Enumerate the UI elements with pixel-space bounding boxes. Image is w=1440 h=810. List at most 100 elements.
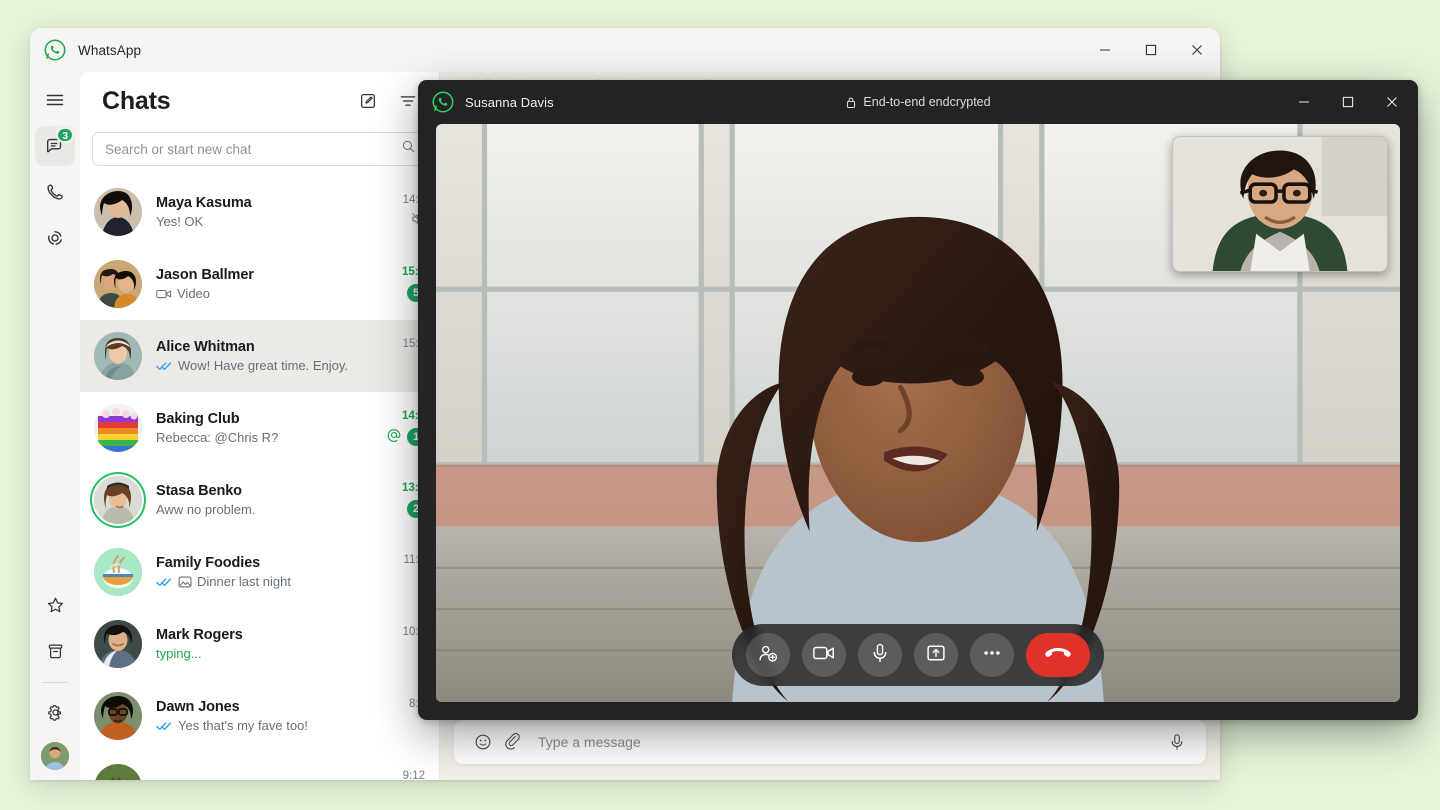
add-participant-icon bbox=[757, 642, 779, 669]
read-receipt-double-check-icon bbox=[156, 360, 173, 372]
sidebar-item-status[interactable] bbox=[35, 218, 75, 258]
chat-list-item[interactable]: Ziggy Woodley 9:12 bbox=[80, 752, 439, 780]
sidebar-item-chats[interactable]: 3 bbox=[35, 126, 75, 166]
calls-icon bbox=[47, 184, 63, 200]
video-camera-icon bbox=[812, 641, 836, 670]
read-receipt-double-check-icon bbox=[156, 576, 173, 588]
encryption-indicator: End-to-end endcrypted bbox=[418, 95, 1418, 109]
page-title: Chats bbox=[102, 86, 171, 115]
archive-icon bbox=[48, 643, 62, 658]
voice-message-button[interactable] bbox=[1162, 727, 1192, 757]
toggle-mute-button[interactable] bbox=[858, 633, 902, 677]
self-view-thumbnail[interactable] bbox=[1172, 136, 1388, 272]
chat-item-preview-row: Video bbox=[156, 286, 375, 301]
chat-list-header: Chats bbox=[80, 72, 439, 130]
sidebar-item-settings[interactable] bbox=[35, 692, 75, 732]
maximize-button[interactable] bbox=[1128, 28, 1174, 72]
chat-item-name: Family Foodies bbox=[156, 555, 261, 571]
search-box[interactable] bbox=[92, 132, 427, 166]
composer-wrapper bbox=[440, 710, 1220, 780]
chat-item-preview-text: typing... bbox=[156, 646, 202, 661]
chat-item-name: Ziggy Woodley bbox=[156, 779, 375, 781]
attach-button[interactable] bbox=[498, 727, 528, 757]
compose-new-chat-icon bbox=[361, 94, 375, 108]
more-options-button[interactable] bbox=[970, 633, 1014, 677]
chat-avatar bbox=[94, 764, 142, 780]
chat-avatar bbox=[94, 692, 142, 740]
search-input[interactable] bbox=[105, 141, 401, 157]
read-receipt-double-check-icon bbox=[156, 720, 173, 732]
profile-avatar[interactable] bbox=[41, 742, 69, 770]
lock-icon bbox=[847, 97, 856, 108]
share-screen-button[interactable] bbox=[914, 633, 958, 677]
chat-item-content: Mark Rogers typing... bbox=[156, 627, 375, 661]
chat-item-preview-text: Yes that's my fave too! bbox=[178, 718, 308, 733]
chat-item-name: Dawn Jones bbox=[156, 699, 240, 715]
minimize-button[interactable] bbox=[1082, 28, 1128, 72]
chat-item-preview-row: Yes! OK bbox=[156, 214, 375, 229]
chat-item-preview-text: Wow! Have great time. Enjoy. bbox=[178, 358, 349, 373]
chat-list-item[interactable]: Maya Kasuma Yes! OK 14:5 bbox=[80, 176, 439, 248]
add-participant-button[interactable] bbox=[746, 633, 790, 677]
hamburger-menu-icon bbox=[46, 94, 64, 106]
image-icon bbox=[178, 575, 192, 589]
share-screen-icon bbox=[925, 642, 947, 669]
chat-item-content: Alice Whitman Wow! Have great time. Enjoy… bbox=[156, 339, 375, 373]
chat-list[interactable]: Maya Kasuma Yes! OK 14:5 Jason Ballmer Video… bbox=[80, 176, 439, 780]
window-title: WhatsApp bbox=[78, 42, 142, 58]
chat-item-preview-row: Aww no problem. bbox=[156, 502, 375, 517]
chat-item-timestamp: 9:12 bbox=[402, 770, 425, 780]
call-contact-name: Susanna Davis bbox=[465, 94, 554, 110]
chat-list-item[interactable]: Baking Club Rebecca: @Chris R? 14:4 1 bbox=[80, 392, 439, 464]
microphone-icon bbox=[1171, 734, 1183, 750]
screen: WhatsApp 3 Chats Search or start new cha… bbox=[0, 0, 1440, 810]
chat-avatar bbox=[94, 620, 142, 668]
message-input[interactable] bbox=[538, 734, 1162, 750]
sidebar-item-starred[interactable] bbox=[35, 585, 75, 625]
chat-list-item[interactable]: Stasa Benko Aww no problem. 13:5 2 bbox=[80, 464, 439, 536]
chat-item-preview-text: Video bbox=[177, 286, 211, 301]
chat-item-name: Stasa Benko bbox=[156, 483, 242, 499]
chat-item-content: Baking Club Rebecca: @Chris R? bbox=[156, 411, 375, 445]
chat-avatar bbox=[94, 260, 142, 308]
remote-video-stage[interactable] bbox=[436, 124, 1400, 702]
rail-divider bbox=[42, 682, 68, 683]
compose-new-chat-button[interactable] bbox=[351, 84, 385, 118]
hamburger-menu-button[interactable] bbox=[35, 80, 75, 120]
chat-list-item[interactable]: Jason Ballmer Video 15:2 5 bbox=[80, 248, 439, 320]
microphone-icon bbox=[869, 642, 891, 669]
call-close-button[interactable] bbox=[1370, 80, 1414, 124]
chat-item-preview-row: Wow! Have great time. Enjoy. bbox=[156, 358, 375, 373]
chat-item-name: Mark Rogers bbox=[156, 627, 243, 643]
mention-at-icon bbox=[386, 427, 402, 448]
chat-item-preview-row: Dinner last night bbox=[156, 574, 375, 589]
status-icon bbox=[48, 231, 62, 245]
chat-list-item[interactable]: Family Foodies Dinner last night 11:2 bbox=[80, 536, 439, 608]
call-whatsapp-logo-icon bbox=[432, 91, 454, 113]
chat-item-name: Baking Club bbox=[156, 411, 240, 427]
chat-list-item[interactable]: Alice Whitman Wow! Have great time. Enjoy… bbox=[80, 320, 439, 392]
toggle-video-button[interactable] bbox=[802, 633, 846, 677]
chat-item-content: Jason Ballmer Video bbox=[156, 267, 375, 301]
emoji-smiley-icon bbox=[475, 734, 491, 750]
sidebar-item-archived[interactable] bbox=[35, 631, 75, 671]
navigation-rail: 3 bbox=[30, 72, 80, 780]
chat-list-panel: Chats Search or start new chat Maya Kasu… bbox=[80, 72, 440, 780]
end-call-button[interactable] bbox=[1026, 633, 1090, 677]
encryption-label: End-to-end endcrypted bbox=[863, 95, 991, 109]
call-controls-bar bbox=[732, 624, 1104, 686]
chat-item-name: Alice Whitman bbox=[156, 339, 255, 355]
paperclip-attach-icon bbox=[505, 733, 520, 750]
settings-gear-icon bbox=[47, 704, 61, 721]
chat-item-content: Ziggy Woodley bbox=[156, 779, 375, 781]
sidebar-item-calls[interactable] bbox=[35, 172, 75, 212]
video-camera-icon bbox=[156, 288, 172, 300]
chat-list-item[interactable]: Mark Rogers typing... 10:5 bbox=[80, 608, 439, 680]
more-options-icon bbox=[981, 642, 1003, 669]
call-maximize-button[interactable] bbox=[1326, 80, 1370, 124]
close-button[interactable] bbox=[1174, 28, 1220, 72]
chat-list-item[interactable]: Dawn Jones Yes that's my fave too! 8:3 bbox=[80, 680, 439, 752]
call-minimize-button[interactable] bbox=[1282, 80, 1326, 124]
chat-item-preview-text: Aww no problem. bbox=[156, 502, 256, 517]
emoji-button[interactable] bbox=[468, 727, 498, 757]
